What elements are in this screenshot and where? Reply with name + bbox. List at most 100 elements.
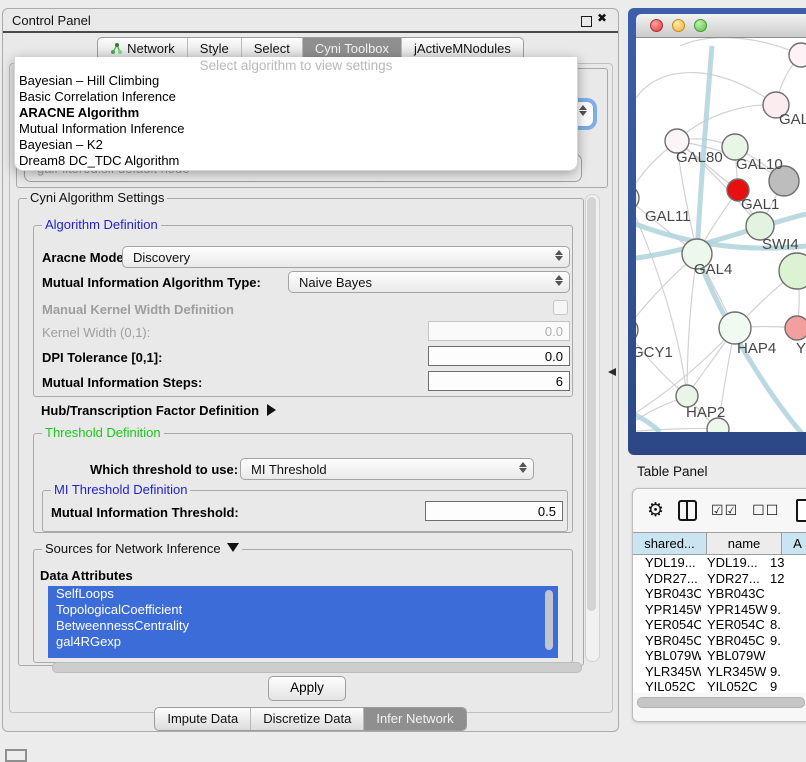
table-panel-title: Table Panel [637,464,708,479]
stepper-icon [579,105,587,116]
table-row[interactable]: YPR145W YPR145W 9. [633,602,806,618]
dropdown-item[interactable]: ARACNE Algorithm [15,105,577,121]
close-icon[interactable]: ✖ [597,11,607,25]
network-node-gcy1[interactable] [636,318,638,342]
node-label-gal7: GAL7 [779,111,806,128]
tab-impute-data[interactable]: Impute Data [155,708,250,730]
dropdown-item[interactable]: Bayesian – Hill Climbing [15,73,577,89]
dropdown-item[interactable]: Basic Correlation Inference [15,89,577,105]
dpi-tolerance-label: DPI Tolerance [0,1]: [42,350,162,365]
mi-threshold-field[interactable]: 0.5 [425,501,563,521]
list-scrollbar-thumb[interactable] [545,590,553,650]
algorithm-definition-title: Algorithm Definition [42,217,161,232]
zoom-traffic-light-icon[interactable] [694,19,707,32]
settings-horizontal-scrollbar[interactable] [52,662,582,673]
columns-icon[interactable] [678,500,697,521]
node-label-gal11: GAL11 [645,208,691,225]
dropdown-placeholder: Select algorithm to view settings [15,57,577,73]
stepper-icon [555,250,563,261]
network-window-titlebar[interactable] [636,14,806,38]
mi-steps-label: Mutual Information Steps: [42,375,202,390]
mi-threshold-label: Mutual Information Threshold: [51,505,239,520]
data-attributes-list[interactable]: SelfLoopsTopologicalCoefficientBetweenne… [48,586,558,658]
tab-discretize-data[interactable]: Discretize Data [250,708,363,730]
table-row[interactable]: YLR345W YLR345W 9. [633,664,806,680]
mi-type-combo[interactable]: Naive Bayes [288,271,570,293]
network-edge-highlighted [636,408,660,432]
algorithm-definition-groupbox: Algorithm Definition Aracne Mode: Discov… [33,225,573,397]
network-node[interactable] [789,43,806,67]
network-canvas[interactable]: GAL7GAL80GAL10GAL1GAL11SWI4GAL4GCY1HAP4Y… [636,38,806,432]
apply-button[interactable]: Apply [268,676,346,701]
table-row[interactable]: YIL052C YIL052C 9 [633,679,806,693]
manual-kernel-label: Manual Kernel Width Definition [42,302,234,317]
cyni-algorithm-settings-groupbox: Cyni Algorithm Settings Algorithm Defini… [18,198,584,666]
manual-kernel-checkbox[interactable] [553,300,568,315]
attribute-item[interactable]: gal4RGexp [48,634,558,650]
which-threshold-label: Which threshold to use: [90,462,238,477]
dropdown-item[interactable]: Dream8 DC_TDC Algorithm [15,153,577,169]
aracne-mode-combo[interactable]: Discovery [122,246,570,268]
node-label-gal1: GAL1 [741,196,779,213]
table-toolbar: ⚙ ☑☑ ☐☐ [633,489,806,532]
kernel-width-field[interactable]: 0.0 [428,321,570,341]
table-horizontal-scrollbar[interactable] [637,697,805,708]
dropdown-item[interactable]: Mutual Information Inference [15,121,577,137]
column-header-a[interactable]: A [782,533,806,554]
data-attributes-label: Data Attributes [40,568,133,583]
scrollbar-thumb[interactable] [587,197,596,611]
minimized-panel-icon[interactable] [5,749,27,762]
tab-network-label: Network [127,41,175,56]
select-all-checkboxes-icon[interactable]: ☑☑ [711,502,738,519]
dropdown-item[interactable]: Bayesian – K2 [15,137,577,153]
network-node-swi4[interactable] [779,253,806,289]
node-label-gcy1: GCY1 [636,344,673,361]
tab-infer-network[interactable]: Infer Network [363,708,465,730]
dpi-tolerance-field[interactable]: 0.0 [428,346,570,366]
settings-vertical-scrollbar[interactable] [585,194,600,662]
function-builder-icon[interactable] [796,499,806,522]
node-label-hap2: HAP2 [686,404,725,421]
threshold-definition-title: Threshold Definition [42,425,164,440]
control-panel-title: Control Panel [12,13,91,28]
network-edge [680,38,801,55]
node-label-gal80: GAL80 [676,149,723,166]
table-row[interactable]: YBL079W YBL079W [633,648,806,664]
sources-groupbox: Sources for Network Inference Data Attri… [33,549,573,663]
settings-group-title: Cyni Algorithm Settings [27,190,167,205]
column-header-name[interactable]: name [707,533,782,554]
network-edge [636,428,718,432]
mi-type-label: Mutual Information Algorithm Type: [42,275,261,290]
sources-title[interactable]: Sources for Network Inference [42,541,242,556]
bottom-tab-bar: Impute Data Discretize Data Infer Networ… [3,707,618,731]
stepper-icon [519,462,527,473]
table-row[interactable]: YDL19... YDL19... 13 [633,555,806,571]
float-window-icon[interactable] [581,16,592,27]
table-row[interactable]: YBR045C YBR045C 9. [633,633,806,649]
table-rows: YDL19... YDL19... 13 YDR27... YDR27... 1… [633,555,806,693]
screen: Control Panel ✖ Network Style Select [0,0,806,762]
network-icon [110,42,123,55]
mi-steps-field[interactable]: 6 [428,371,570,391]
which-threshold-combo[interactable]: MI Threshold [240,458,534,480]
table-row[interactable]: YBR043C YBR043C [633,586,806,602]
network-view-window: GAL7GAL80GAL10GAL1GAL11SWI4GAL4GCY1HAP4Y… [628,8,806,455]
attribute-item[interactable]: BetweennessCentrality [48,618,558,634]
hub-section-toggle[interactable]: Hub/Transcription Factor Definition [41,403,276,418]
network-edge [636,330,687,396]
column-header-shared-name[interactable]: shared... [633,533,707,554]
attribute-item[interactable]: SelfLoops [48,586,558,602]
table-row[interactable]: YER054C YER054C 8. [633,617,806,633]
mi-threshold-groupbox: MI Threshold Definition Mutual Informati… [42,490,568,532]
mi-threshold-group-title: MI Threshold Definition [51,482,190,497]
mouse-cursor [608,368,616,376]
table-panel: ⚙ ☑☑ ☐☐ shared... name A YDL19... YDL19.… [632,488,806,722]
close-traffic-light-icon[interactable] [650,19,663,32]
table-header-row: shared... name A [633,532,806,555]
network-node-y[interactable] [785,316,806,340]
table-row[interactable]: YDR27... YDR27... 12 [633,571,806,587]
attribute-item[interactable]: TopologicalCoefficient [48,602,558,618]
gear-icon[interactable]: ⚙ [647,501,664,520]
minimize-traffic-light-icon[interactable] [672,19,685,32]
deselect-all-checkboxes-icon[interactable]: ☐☐ [752,502,779,519]
